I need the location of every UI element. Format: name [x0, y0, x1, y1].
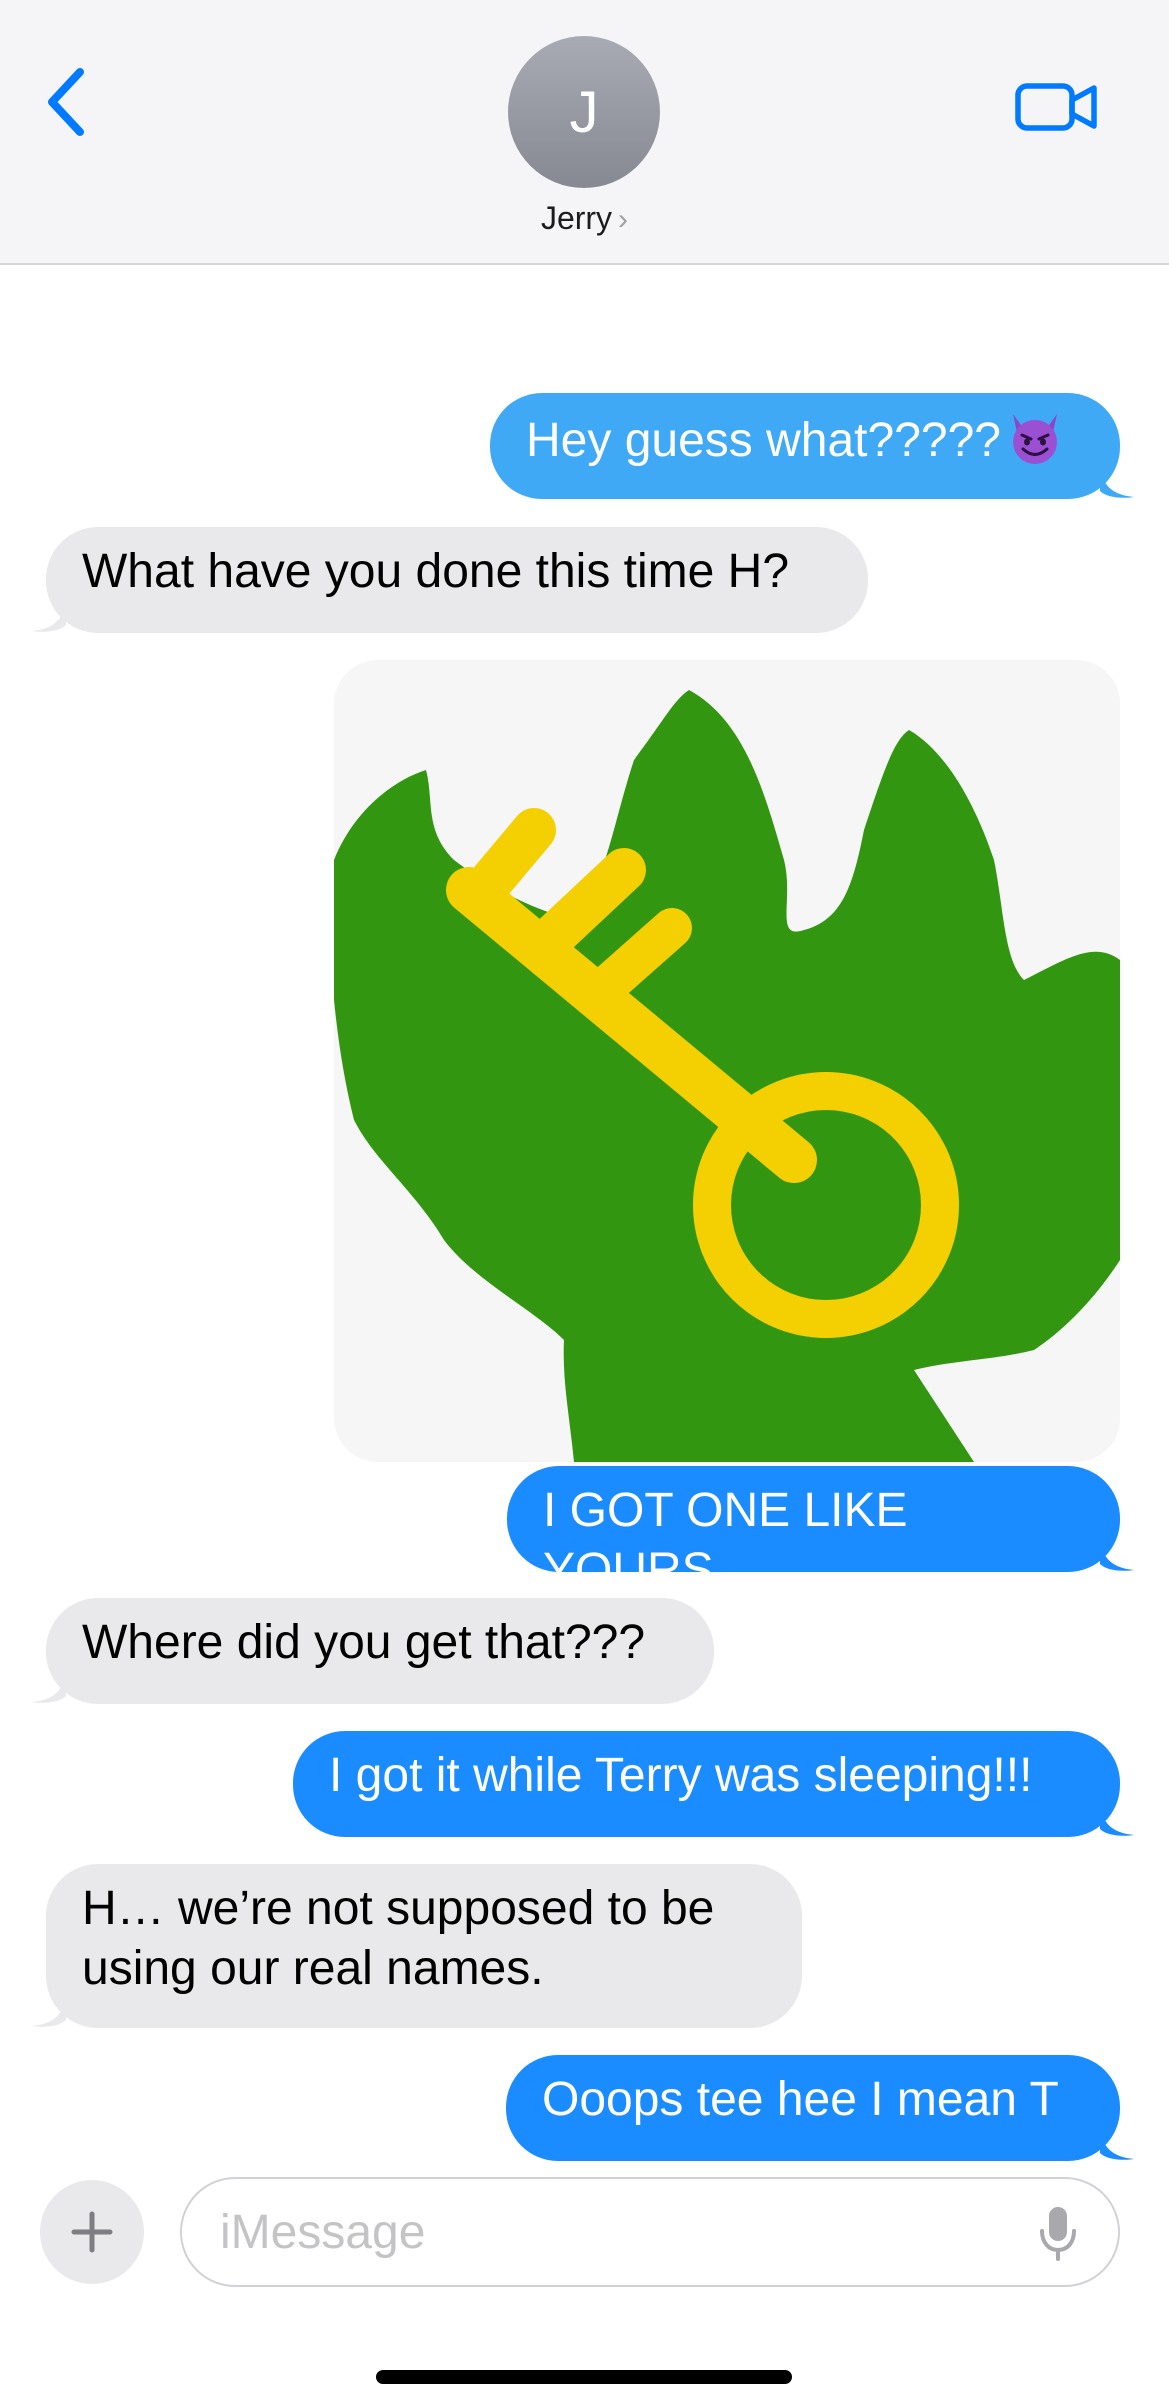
green-hand-holding-key-image	[334, 660, 1120, 1462]
back-button[interactable]	[40, 62, 100, 142]
home-indicator[interactable]	[376, 2370, 792, 2384]
image-attachment[interactable]	[334, 660, 1120, 1462]
message-bubble-received[interactable]: Where did you get that???	[32, 1598, 714, 1704]
microphone-icon[interactable]	[1038, 2203, 1078, 2263]
conversation-header: J Jerry ›	[0, 0, 1169, 265]
message-input[interactable]: iMessage	[180, 2177, 1120, 2287]
message-input-placeholder: iMessage	[220, 2206, 426, 2259]
bubble-tail	[1100, 2127, 1134, 2160]
bubble-tail	[1100, 1803, 1134, 1836]
message-text-line: H… we’re not supposed to be	[82, 1882, 715, 1935]
message-text: Ooops tee hee I mean T	[542, 2073, 1059, 2126]
bubble-tail	[1100, 465, 1134, 498]
message-bubble-received[interactable]: H… we’re not supposed to be using our re…	[32, 1864, 802, 2028]
facetime-video-button[interactable]	[1010, 72, 1100, 142]
bubble-tail	[1100, 1538, 1134, 1571]
chevron-left-icon	[48, 68, 84, 136]
bubble-tail	[32, 599, 66, 632]
avatar[interactable]: J	[508, 36, 660, 188]
message-bubble-sent[interactable]: I got it while Terry was sleeping!!!	[293, 1731, 1134, 1837]
message-text: Where did you get that???	[82, 1616, 646, 1669]
message-text: I GOT ONE LIKE YOURS	[543, 1484, 908, 1597]
chevron-right-icon: ›	[618, 203, 629, 236]
message-bubble-sent[interactable]: I GOT ONE LIKE YOURS	[507, 1466, 1134, 1597]
message-bubble-received[interactable]: What have you done this time H?	[32, 527, 868, 633]
message-text: What have you done this time H?	[82, 545, 790, 598]
message-text-line: using our real names.	[82, 1942, 544, 1995]
message-bubble-sent[interactable]: Hey guess what?????	[490, 393, 1134, 499]
message-bubble-sent[interactable]: Ooops tee hee I mean T	[506, 2055, 1134, 2161]
contact-name: Jerry	[540, 200, 613, 236]
message-text: I got it while Terry was sleeping!!!	[329, 1749, 1033, 1802]
contact-name-button[interactable]: Jerry ›	[0, 200, 1169, 237]
smiling-devil-emoji	[1012, 414, 1057, 464]
bubble-tail	[32, 1994, 66, 2027]
apps-plus-button[interactable]	[40, 2180, 144, 2284]
avatar-initial: J	[569, 79, 599, 145]
plus-icon	[71, 2211, 113, 2253]
video-camera-icon	[1015, 83, 1097, 131]
bubble-tail	[32, 1670, 66, 1703]
message-text: Hey guess what?????	[526, 414, 1001, 467]
